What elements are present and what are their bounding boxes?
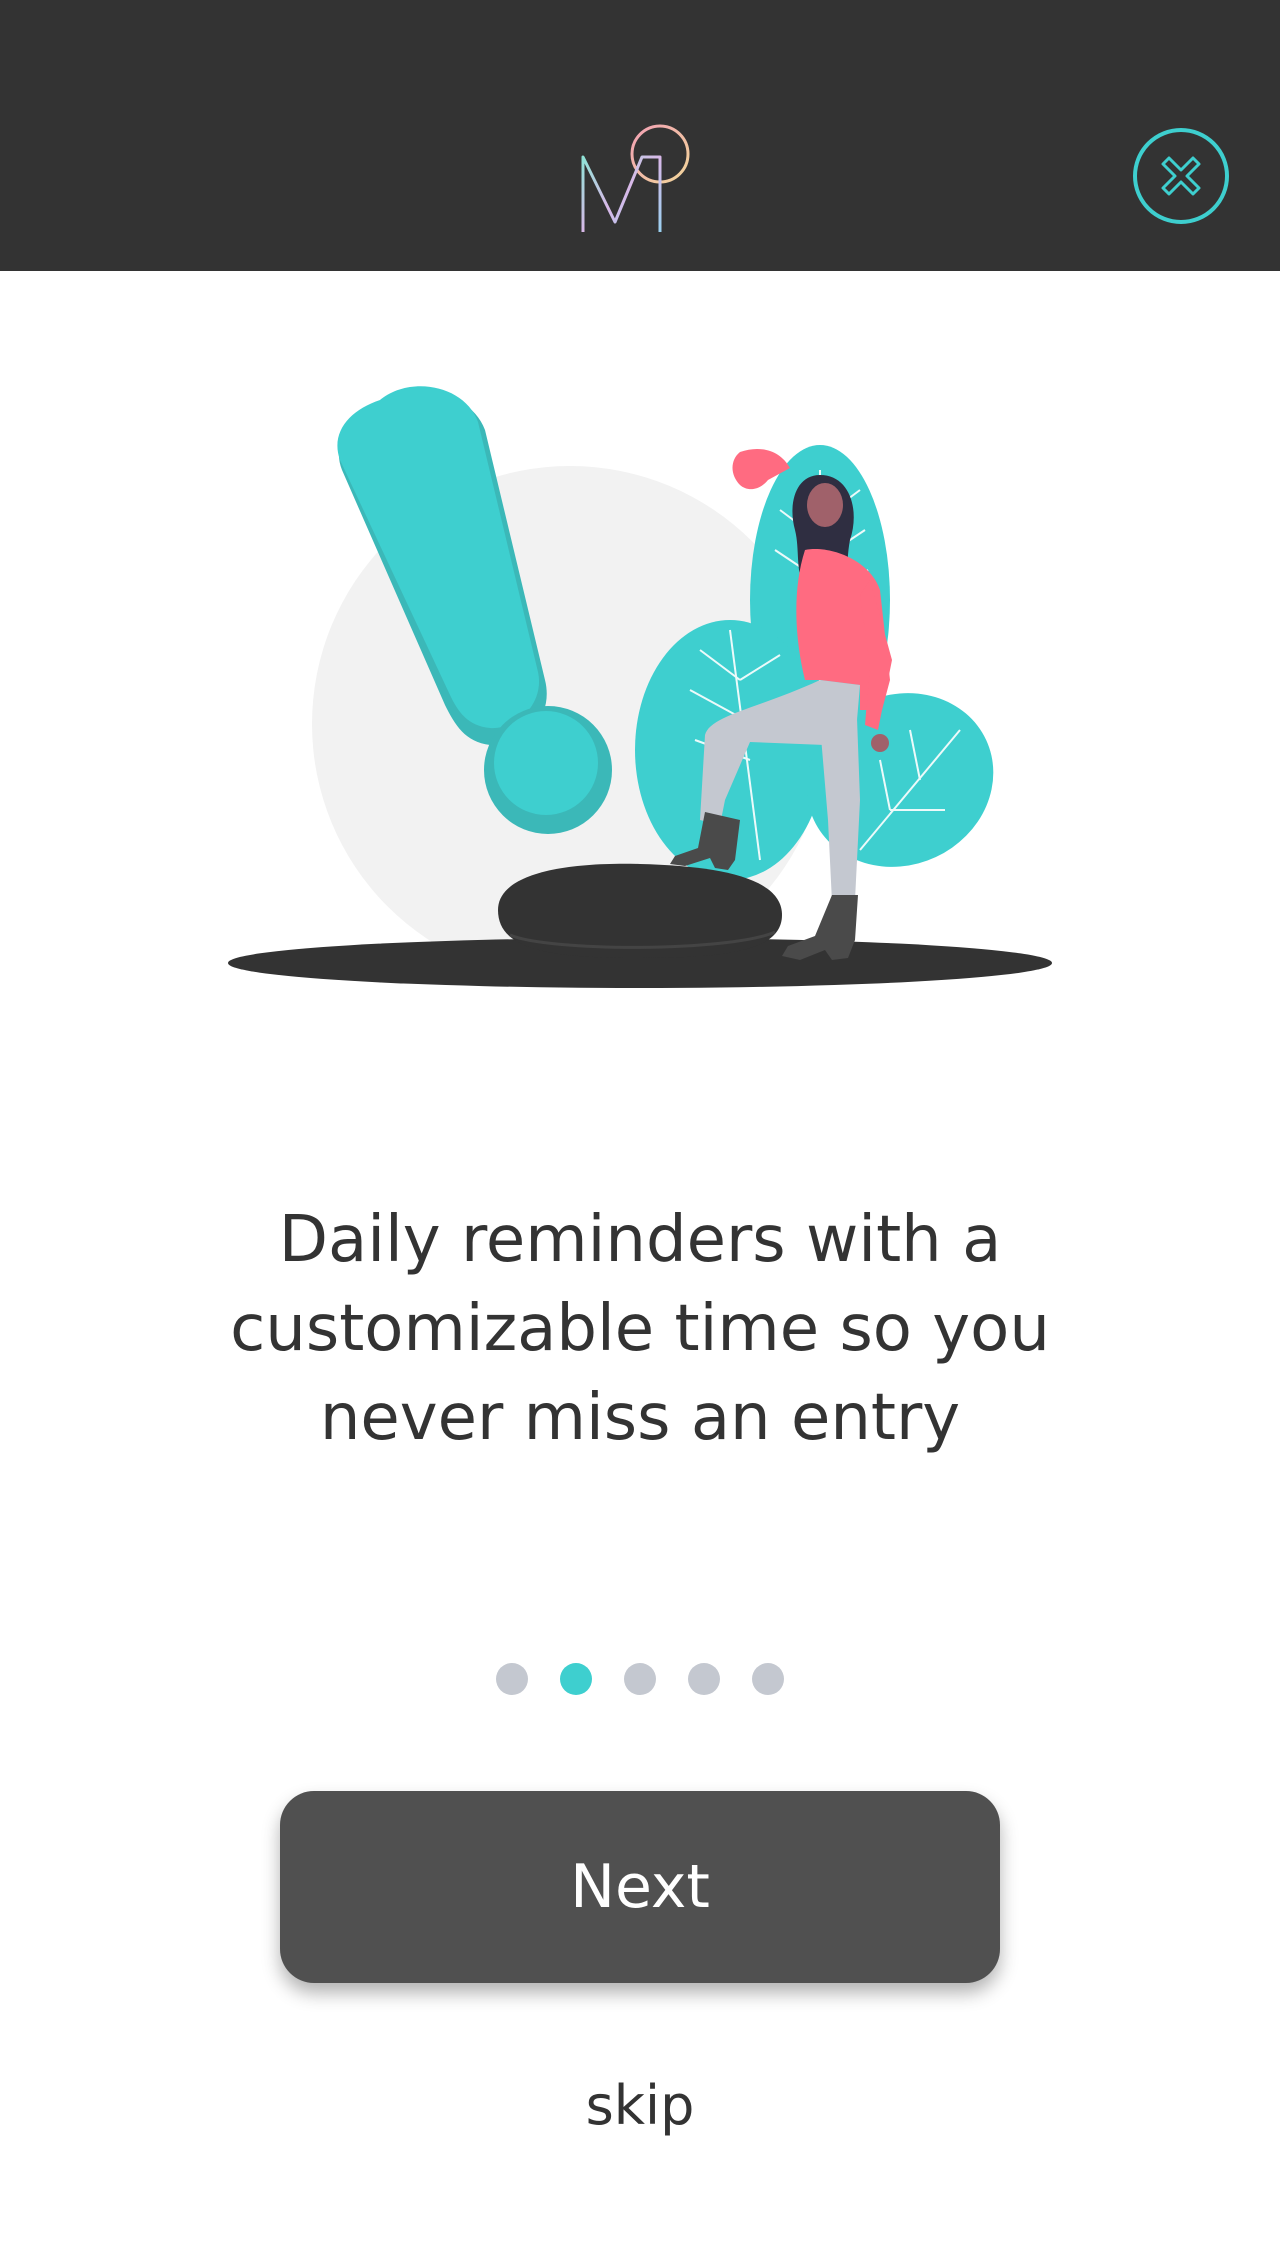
skip-link[interactable]: skip bbox=[440, 2066, 840, 2146]
pagination-dot[interactable] bbox=[624, 1663, 656, 1695]
onboarding-headline: Daily reminders with a customizable time… bbox=[230, 1203, 1050, 1455]
next-button[interactable]: Next bbox=[280, 1791, 1000, 1983]
pagination-dots bbox=[0, 1663, 1280, 1695]
app-logo-icon bbox=[581, 124, 690, 232]
pagination-dot-active[interactable] bbox=[560, 1663, 592, 1695]
pagination-dot[interactable] bbox=[688, 1663, 720, 1695]
pagination-dot[interactable] bbox=[496, 1663, 528, 1695]
reminder-illustration bbox=[228, 386, 1052, 988]
top-bar bbox=[0, 0, 1280, 271]
pagination-dot[interactable] bbox=[752, 1663, 784, 1695]
close-icon[interactable] bbox=[1131, 126, 1231, 226]
